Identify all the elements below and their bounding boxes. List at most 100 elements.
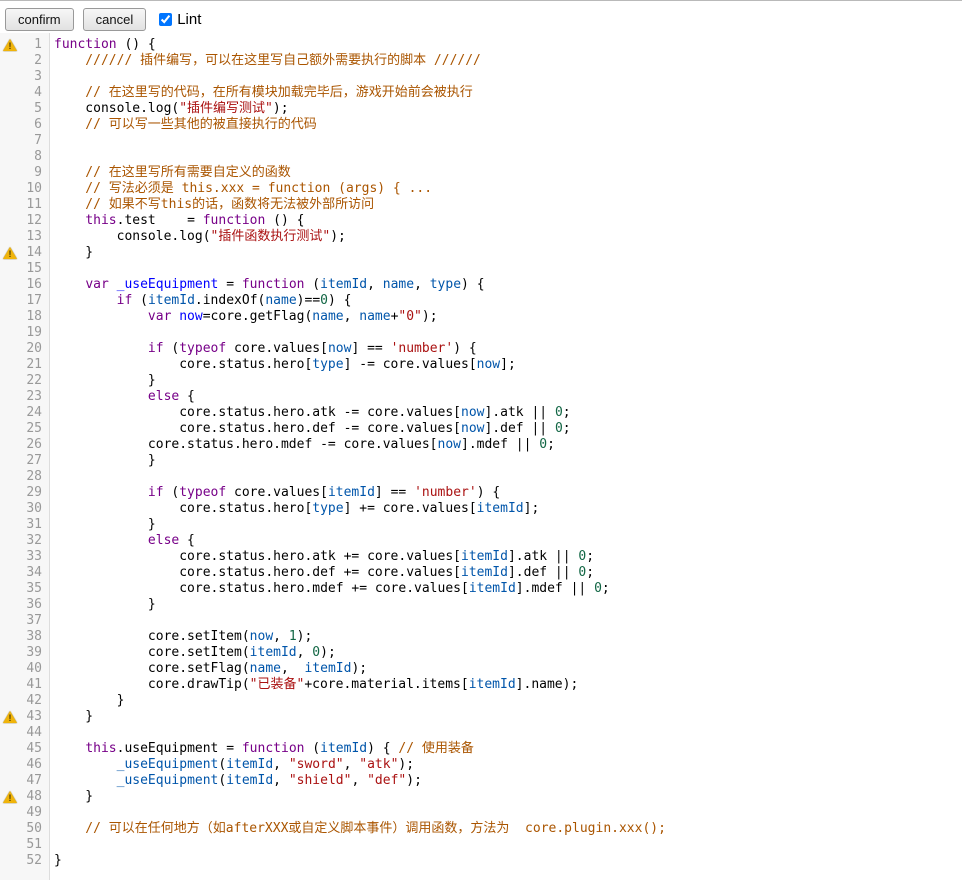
code-line[interactable]: 34 core.status.hero.def += core.values[i… xyxy=(0,565,962,581)
line-number: 2 xyxy=(20,53,46,69)
code-line[interactable]: 7 xyxy=(0,133,962,149)
code-line[interactable]: 3 xyxy=(0,69,962,85)
code-text: } xyxy=(46,693,124,709)
lint-warning-icon[interactable] xyxy=(3,247,17,259)
code-line[interactable]: 44 xyxy=(0,725,962,741)
line-number: 46 xyxy=(20,757,46,773)
code-line[interactable]: 25 core.status.hero.def -= core.values[n… xyxy=(0,421,962,437)
code-text: else { xyxy=(46,533,195,549)
code-text xyxy=(46,613,54,629)
code-editor[interactable]: 1function () {2 ////// 插件编写，可以在这里写自己额外需要… xyxy=(0,33,962,880)
code-line[interactable]: 19 xyxy=(0,325,962,341)
code-line[interactable]: 11 // 如果不写this的话，函数将无法被外部所访问 xyxy=(0,197,962,213)
gutter-marker xyxy=(0,709,20,725)
code-line[interactable]: 40 core.setFlag(name, itemId); xyxy=(0,661,962,677)
code-line[interactable]: 20 if (typeof core.values[now] == 'numbe… xyxy=(0,341,962,357)
code-line[interactable]: 9 // 在这里写所有需要自定义的函数 xyxy=(0,165,962,181)
code-line[interactable]: 13 console.log("插件函数执行测试"); xyxy=(0,229,962,245)
code-text: } xyxy=(46,245,93,261)
gutter-marker xyxy=(0,565,20,581)
line-number: 24 xyxy=(20,405,46,421)
code-line[interactable]: 50 // 可以在任何地方（如afterXXX或自定义脚本事件）调用函数，方法为… xyxy=(0,821,962,837)
code-line[interactable]: 21 core.status.hero[type] -= core.values… xyxy=(0,357,962,373)
lint-warning-icon[interactable] xyxy=(3,39,17,51)
code-line[interactable]: 4 // 在这里写的代码，在所有模块加载完毕后，游戏开始前会被执行 xyxy=(0,85,962,101)
line-number: 37 xyxy=(20,613,46,629)
code-line[interactable]: 51 xyxy=(0,837,962,853)
code-line[interactable]: 16 var _useEquipment = function (itemId,… xyxy=(0,277,962,293)
gutter-marker xyxy=(0,405,20,421)
gutter-marker xyxy=(0,213,20,229)
code-line[interactable]: 41 core.drawTip("已装备"+core.material.item… xyxy=(0,677,962,693)
code-line[interactable]: 18 var now=core.getFlag(name, name+"0"); xyxy=(0,309,962,325)
code-line[interactable]: 32 else { xyxy=(0,533,962,549)
code-text xyxy=(46,149,54,165)
code-text: } xyxy=(46,853,62,869)
lint-warning-icon[interactable] xyxy=(3,791,17,803)
lint-toggle[interactable]: Lint xyxy=(159,11,201,28)
lint-checkbox[interactable] xyxy=(159,13,172,26)
code-line[interactable]: 24 core.status.hero.atk -= core.values[n… xyxy=(0,405,962,421)
lint-warning-icon[interactable] xyxy=(3,711,17,723)
line-number: 25 xyxy=(20,421,46,437)
code-line[interactable]: 26 core.status.hero.mdef -= core.values[… xyxy=(0,437,962,453)
cancel-button[interactable]: cancel xyxy=(83,8,147,31)
line-number: 51 xyxy=(20,837,46,853)
code-line[interactable]: 5 console.log("插件编写测试"); xyxy=(0,101,962,117)
line-number: 39 xyxy=(20,645,46,661)
code-lines[interactable]: 1function () {2 ////// 插件编写，可以在这里写自己额外需要… xyxy=(0,33,962,869)
gutter-marker xyxy=(0,165,20,181)
gutter-marker xyxy=(0,629,20,645)
code-line[interactable]: 39 core.setItem(itemId, 0); xyxy=(0,645,962,661)
code-line[interactable]: 49 xyxy=(0,805,962,821)
code-line[interactable]: 37 xyxy=(0,613,962,629)
code-line[interactable]: 38 core.setItem(now, 1); xyxy=(0,629,962,645)
code-line[interactable]: 8 xyxy=(0,149,962,165)
code-line[interactable]: 46 _useEquipment(itemId, "sword", "atk")… xyxy=(0,757,962,773)
gutter-marker xyxy=(0,181,20,197)
code-line[interactable]: 29 if (typeof core.values[itemId] == 'nu… xyxy=(0,485,962,501)
code-line[interactable]: 48 } xyxy=(0,789,962,805)
code-text xyxy=(46,725,54,741)
code-text: core.status.hero.def += core.values[item… xyxy=(46,565,594,581)
line-number: 52 xyxy=(20,853,46,869)
code-line[interactable]: 27 } xyxy=(0,453,962,469)
code-line[interactable]: 22 } xyxy=(0,373,962,389)
code-line[interactable]: 30 core.status.hero[type] += core.values… xyxy=(0,501,962,517)
code-line[interactable]: 47 _useEquipment(itemId, "shield", "def"… xyxy=(0,773,962,789)
line-number: 12 xyxy=(20,213,46,229)
code-text: // 写法必须是 this.xxx = function (args) { ..… xyxy=(46,181,432,197)
code-line[interactable]: 15 xyxy=(0,261,962,277)
gutter-marker xyxy=(0,293,20,309)
code-line[interactable]: 33 core.status.hero.atk += core.values[i… xyxy=(0,549,962,565)
code-line[interactable]: 43 } xyxy=(0,709,962,725)
code-line[interactable]: 14 } xyxy=(0,245,962,261)
gutter-marker xyxy=(0,469,20,485)
code-line[interactable]: 23 else { xyxy=(0,389,962,405)
code-line[interactable]: 6 // 可以写一些其他的被直接执行的代码 xyxy=(0,117,962,133)
code-text: this.useEquipment = function (itemId) { … xyxy=(46,741,474,757)
code-line[interactable]: 10 // 写法必须是 this.xxx = function (args) {… xyxy=(0,181,962,197)
gutter-marker xyxy=(0,821,20,837)
code-line[interactable]: 28 xyxy=(0,469,962,485)
code-text: function () { xyxy=(46,37,156,53)
line-number: 47 xyxy=(20,773,46,789)
code-line[interactable]: 42 } xyxy=(0,693,962,709)
code-line[interactable]: 1function () { xyxy=(0,37,962,53)
code-line[interactable]: 45 this.useEquipment = function (itemId)… xyxy=(0,741,962,757)
code-line[interactable]: 35 core.status.hero.mdef += core.values[… xyxy=(0,581,962,597)
code-line[interactable]: 52} xyxy=(0,853,962,869)
code-line[interactable]: 36 } xyxy=(0,597,962,613)
code-line[interactable]: 12 this.test = function () { xyxy=(0,213,962,229)
gutter-marker xyxy=(0,149,20,165)
confirm-button[interactable]: confirm xyxy=(5,8,74,31)
code-line[interactable]: 31 } xyxy=(0,517,962,533)
code-line[interactable]: 17 if (itemId.indexOf(name)==0) { xyxy=(0,293,962,309)
line-number: 9 xyxy=(20,165,46,181)
code-text: else { xyxy=(46,389,195,405)
code-line[interactable]: 2 ////// 插件编写，可以在这里写自己额外需要执行的脚本 ////// xyxy=(0,53,962,69)
code-text: } xyxy=(46,453,156,469)
line-number: 5 xyxy=(20,101,46,117)
gutter-marker xyxy=(0,229,20,245)
code-text: // 可以在任何地方（如afterXXX或自定义脚本事件）调用函数，方法为 co… xyxy=(46,821,666,837)
